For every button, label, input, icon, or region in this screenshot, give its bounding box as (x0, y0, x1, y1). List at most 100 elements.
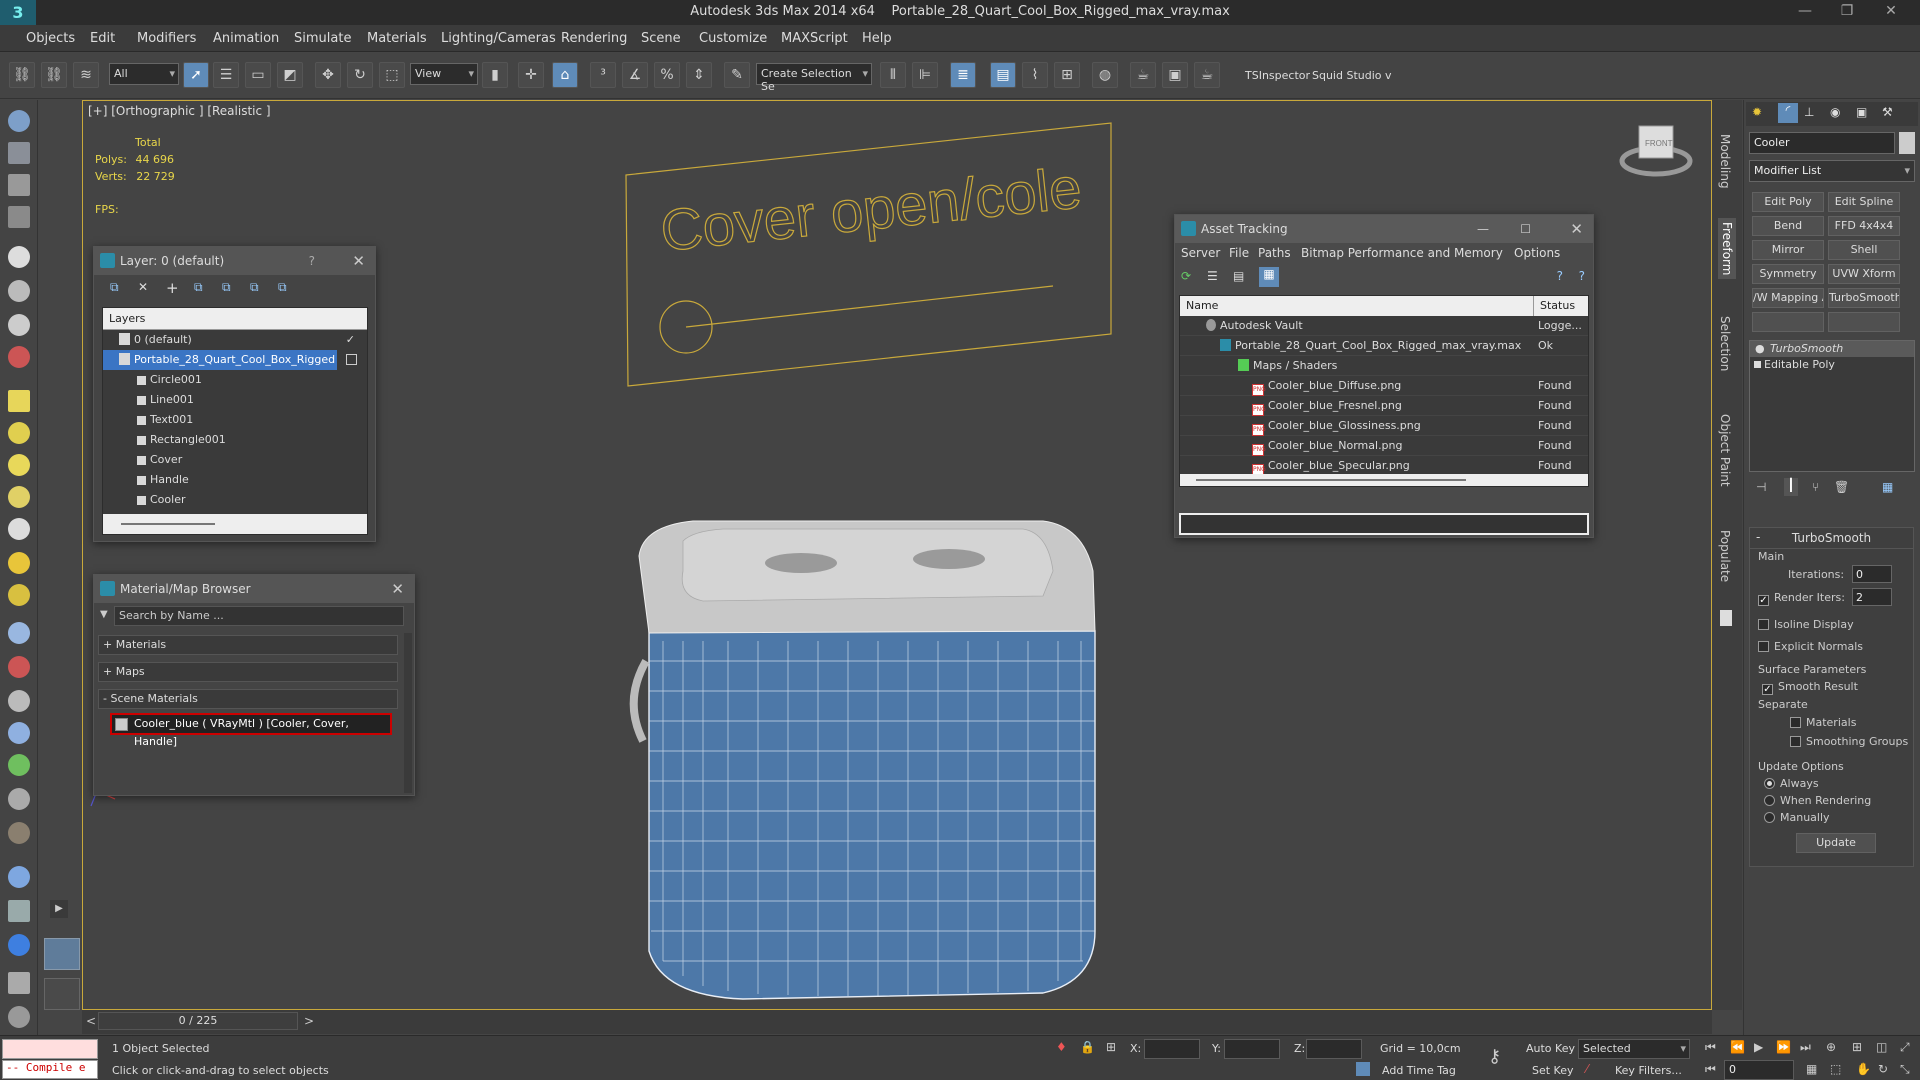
sign-line[interactable] (685, 285, 1054, 328)
iterations-spinner[interactable]: 0 (1852, 565, 1892, 583)
asset-row-scene-file[interactable]: Portable_28_Quart_Cool_Box_Rigged_max_vr… (1180, 336, 1588, 356)
keyboard-shortcut-override-icon[interactable]: ⌂ (552, 62, 578, 88)
create-layer-icon[interactable]: ⧉ (110, 280, 119, 295)
mirror-button[interactable]: Mirror (1752, 240, 1824, 260)
isoline-display-checkbox[interactable]: Isoline Display (1758, 618, 1854, 631)
edit-spline-button[interactable]: Edit Spline (1828, 192, 1900, 212)
select-in-layer-icon[interactable]: ⧉ (194, 280, 203, 295)
stack-item-turbosmooth[interactable]: ● TurboSmooth (1750, 341, 1914, 357)
layer-dialog-header[interactable]: Layer: 0 (default) ? ✕ (94, 247, 375, 275)
named-selection-dropdown[interactable]: Create Selection Se (756, 63, 872, 93)
hair-icon[interactable] (8, 788, 30, 810)
layer-scrollbar[interactable] (103, 514, 367, 534)
asset-row-texture[interactable]: PNG Cooler_blue_Normal.png Found (1180, 436, 1588, 456)
table-view-icon[interactable]: ▦ (1259, 267, 1279, 287)
rect-selection-icon[interactable]: ▭ (245, 62, 271, 88)
key-set-dropdown[interactable]: Selected ▾ (1578, 1039, 1690, 1059)
tsinspector-label[interactable]: TSInspector (1245, 69, 1310, 82)
sphere-icon[interactable] (8, 454, 30, 476)
bar-chart-icon[interactable] (8, 900, 30, 922)
expand-toolbar-icon[interactable]: ▶ (50, 900, 68, 918)
go-to-end-icon[interactable]: ⏭ (1800, 1040, 1811, 1055)
foliage-icon[interactable] (8, 754, 30, 776)
next-frame-icon[interactable]: > (304, 1014, 314, 1028)
play-icon[interactable]: ▶ (1754, 1040, 1763, 1054)
field-of-view-icon[interactable]: ◫ (1876, 1040, 1887, 1054)
ribbon-toggle-icon[interactable] (1720, 610, 1732, 626)
smooth-result-checkbox[interactable]: ✓ Smooth Result (1762, 680, 1858, 695)
layer-explorer-icon[interactable]: ≣ (950, 62, 976, 88)
auto-key-button[interactable]: Auto Key (1526, 1042, 1575, 1055)
y-coordinate-field[interactable] (1224, 1039, 1280, 1059)
menu-lighting-cameras[interactable]: Lighting/Cameras (441, 31, 556, 46)
align-icon[interactable]: ⊫ (912, 62, 938, 88)
minimize-icon[interactable]: — (1477, 215, 1489, 243)
rendered-frame-icon[interactable]: ▣ (1162, 62, 1188, 88)
bind-spacewarp-icon[interactable]: ≋ (73, 62, 99, 88)
render-icon[interactable] (8, 934, 30, 956)
menu-paths[interactable]: Paths (1258, 246, 1291, 260)
angle-snap-icon[interactable]: ∡ (622, 62, 648, 88)
isolate-icon[interactable]: ♦ (1056, 1040, 1067, 1054)
cooler-model[interactable] (629, 520, 1096, 1000)
menu-maxscript[interactable]: MAXScript (781, 31, 848, 46)
list-icon[interactable]: ☰ (1207, 269, 1218, 283)
plane-icon[interactable] (8, 390, 30, 412)
menu-options[interactable]: Options (1514, 246, 1560, 260)
render-iters-checkbox[interactable]: ✓ Render Iters: (1758, 591, 1845, 606)
go-to-start-icon[interactable]: ⏮ (1705, 1040, 1716, 1055)
pan-icon[interactable]: ✋ (1856, 1062, 1871, 1076)
search-input[interactable]: Search by Name ... (114, 606, 404, 626)
make-unique-icon[interactable]: ⑂ (1812, 480, 1819, 494)
zoom-region-icon[interactable]: ⬚ (1830, 1062, 1841, 1076)
time-slider[interactable]: < 0 / 225 > (82, 1010, 1712, 1034)
configure-sets-icon[interactable]: ▦ (1882, 480, 1893, 494)
asset-scrollbar[interactable] (1180, 474, 1588, 486)
edit-named-selection-icon[interactable]: ✎ (724, 62, 750, 88)
selection-filter-dropdown[interactable]: All (109, 63, 179, 85)
update-manually-radio[interactable]: Manually (1764, 811, 1830, 824)
asset-row-texture[interactable]: PNG Cooler_blue_Glossiness.png Found (1180, 416, 1588, 436)
help-icon[interactable] (8, 1006, 30, 1028)
asset-tracking-header[interactable]: Asset Tracking — ☐ ✕ (1175, 215, 1593, 243)
layer-row-default[interactable]: 0 (default) ✓ (103, 330, 367, 350)
maximize-icon[interactable]: ☐ (1520, 215, 1531, 243)
column-name[interactable]: Name (1180, 299, 1218, 312)
schematic-view-icon[interactable]: ⊞ (1054, 62, 1080, 88)
frame-counter[interactable]: 0 / 225 (98, 1012, 298, 1030)
teapot-icon[interactable] (8, 110, 30, 132)
cloth-icon[interactable] (8, 822, 30, 844)
snaps-toggle-icon[interactable]: ³ (590, 62, 616, 88)
modify-tab-icon[interactable]: ◜ (1778, 103, 1798, 123)
dynamics-icon[interactable] (8, 656, 30, 678)
x-coordinate-field[interactable] (1144, 1039, 1200, 1059)
column-status[interactable]: Status (1533, 296, 1575, 316)
key-filters-button[interactable]: Key Filters... (1615, 1064, 1682, 1077)
stack-item-editable-poly[interactable]: Editable Poly (1750, 357, 1914, 373)
asset-row-texture[interactable]: PNG Cooler_blue_Diffuse.png Found (1180, 376, 1588, 396)
scene-explorer-icon[interactable] (8, 972, 30, 994)
bend-button[interactable]: Bend (1752, 216, 1824, 236)
select-manipulate-icon[interactable]: ✛ (518, 62, 544, 88)
key-icon[interactable]: ⚷ (1488, 1046, 1501, 1067)
tab-selection[interactable]: Selection (1718, 316, 1732, 371)
reference-coordinate-dropdown[interactable]: View (410, 63, 478, 85)
asset-row-texture[interactable]: PNG Cooler_blue_Specular.png Found (1180, 456, 1588, 476)
next-key-icon[interactable]: ⏩ (1776, 1040, 1791, 1054)
percent-snap-icon[interactable]: % (654, 62, 680, 88)
rotate-icon[interactable]: ↻ (347, 62, 373, 88)
help-button[interactable]: ? (309, 247, 315, 275)
menu-bitmap-performance[interactable]: Bitmap Performance and Memory (1301, 246, 1503, 260)
utilities-tab-icon[interactable]: ⚒ (1882, 105, 1893, 119)
layer-row-portable[interactable]: Portable_28_Quart_Cool_Box_Rigged (103, 350, 337, 370)
layer-manager-icon[interactable] (8, 174, 30, 196)
turbosmooth-button[interactable]: TurboSmooth (1828, 288, 1900, 308)
tab-populate[interactable]: Populate (1718, 530, 1732, 582)
tab-freeform[interactable]: Freeform (1718, 218, 1736, 280)
box-icon[interactable] (8, 142, 30, 164)
close-icon[interactable]: ✕ (1570, 215, 1583, 243)
spinner-snap-icon[interactable]: ⇕ (686, 62, 712, 88)
previous-frame-icon[interactable]: < (86, 1014, 96, 1028)
section-scene-materials[interactable]: - Scene Materials (98, 689, 398, 709)
maxscript-listener[interactable]: -- Compile e (2, 1060, 98, 1079)
